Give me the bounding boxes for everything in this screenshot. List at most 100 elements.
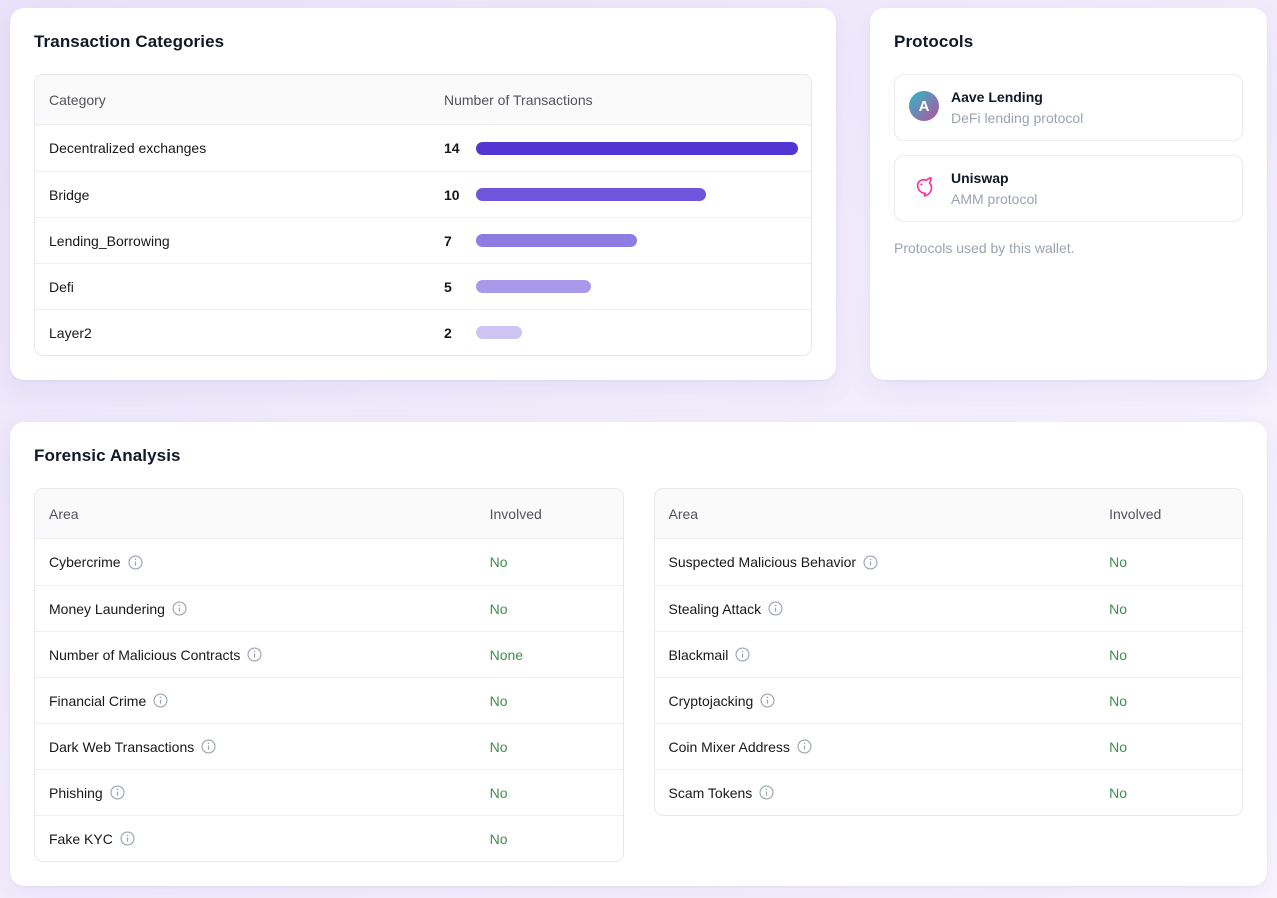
transaction-categories-title: Transaction Categories bbox=[34, 32, 225, 51]
info-icon[interactable] bbox=[735, 647, 750, 662]
category-count: 2 bbox=[444, 324, 452, 341]
info-icon[interactable] bbox=[759, 785, 774, 800]
involved-value: None bbox=[489, 646, 524, 663]
category-bar bbox=[476, 326, 798, 339]
info-icon[interactable] bbox=[863, 554, 878, 570]
category-bar bbox=[476, 234, 798, 247]
category-bar bbox=[476, 188, 798, 201]
forensic-row: Money Laundering No bbox=[35, 585, 623, 631]
column-header-category: Category bbox=[49, 91, 106, 108]
category-value-cell: 7 bbox=[430, 233, 811, 249]
info-icon[interactable] bbox=[172, 601, 187, 616]
involved-value: No bbox=[489, 692, 508, 709]
forensic-area-text: Dark Web Transactions bbox=[49, 738, 195, 755]
category-count: 7 bbox=[444, 232, 452, 249]
involved-value: No bbox=[489, 554, 508, 570]
forensic-row: Coin Mixer Address No bbox=[654, 723, 1242, 769]
involved-value: No bbox=[489, 784, 508, 801]
protocol-list: A Aave Lending DeFi lending protocol Uniswa… bbox=[894, 74, 1243, 222]
forensic-area-text: Cryptojacking bbox=[668, 692, 754, 709]
category-value-cell: 5 bbox=[430, 279, 811, 295]
involved-value: No bbox=[1109, 600, 1128, 617]
forensic-row: Dark Web Transactions No bbox=[35, 723, 623, 769]
category-count: 10 bbox=[444, 186, 460, 203]
column-header-area: Area bbox=[668, 505, 699, 522]
forensic-left-header: Area Involved bbox=[35, 489, 623, 539]
info-icon[interactable] bbox=[768, 601, 783, 616]
category-label: Lending_Borrowing bbox=[49, 232, 170, 249]
info-icon[interactable] bbox=[247, 647, 262, 662]
transaction-categories-table: Category Number of Transactions Decentra… bbox=[34, 74, 812, 356]
info-icon[interactable] bbox=[797, 739, 812, 754]
category-label: Decentralized exchanges bbox=[49, 140, 207, 156]
involved-value: No bbox=[489, 738, 508, 755]
involved-value: No bbox=[1109, 554, 1128, 570]
info-icon[interactable] bbox=[201, 739, 216, 754]
forensic-area-label: Scam Tokens bbox=[669, 785, 775, 801]
forensic-analysis-card: Forensic Analysis Area Involved Cybercri… bbox=[10, 422, 1267, 886]
forensic-area-label: Coin Mixer Address bbox=[669, 739, 812, 755]
forensic-area-text: Number of Malicious Contracts bbox=[49, 646, 241, 663]
forensic-table-left: Area Involved Cybercrime No Money Launderi… bbox=[34, 488, 624, 862]
forensic-left-rows: Cybercrime No Money Laundering No Number of … bbox=[35, 539, 623, 861]
forensic-row: Cybercrime No bbox=[35, 539, 623, 585]
top-row: Transaction Categories Category Number o… bbox=[10, 8, 1267, 380]
category-value-cell: 2 bbox=[430, 325, 811, 341]
protocol-item: A Aave Lending DeFi lending protocol bbox=[894, 74, 1243, 141]
category-label: Bridge bbox=[49, 186, 90, 203]
forensic-area-label: Cybercrime bbox=[49, 554, 143, 570]
forensic-area-text: Fake KYC bbox=[49, 830, 113, 847]
forensic-area-text: Money Laundering bbox=[49, 600, 165, 617]
forensic-row: Scam Tokens No bbox=[654, 769, 1242, 815]
category-row: Layer2 2 bbox=[35, 309, 811, 355]
forensic-row: Number of Malicious Contracts None bbox=[35, 631, 623, 677]
forensic-row: Cryptojacking No bbox=[654, 677, 1242, 723]
info-icon[interactable] bbox=[120, 831, 135, 846]
category-count: 14 bbox=[444, 140, 460, 156]
info-icon[interactable] bbox=[153, 693, 168, 708]
protocol-item: Uniswap AMM protocol bbox=[894, 155, 1243, 222]
forensic-area-label: Suspected Malicious Behavior bbox=[669, 554, 879, 570]
info-icon[interactable] bbox=[760, 693, 775, 708]
forensic-area-text: Suspected Malicious Behavior bbox=[668, 554, 857, 570]
forensic-area-label: Blackmail bbox=[669, 647, 751, 663]
category-row: Defi 5 bbox=[35, 263, 811, 309]
transaction-categories-card: Transaction Categories Category Number o… bbox=[10, 8, 836, 380]
category-count: 5 bbox=[444, 278, 452, 295]
info-icon[interactable] bbox=[110, 785, 125, 800]
protocols-card: Protocols A Aave Lending DeFi lending prot… bbox=[870, 8, 1267, 380]
aave-icon: A bbox=[909, 91, 939, 121]
forensic-right-rows: Suspected Malicious Behavior No Stealing A… bbox=[654, 539, 1242, 815]
dashboard-page: Transaction Categories Category Number o… bbox=[0, 0, 1277, 894]
involved-value: No bbox=[489, 830, 508, 847]
involved-value: No bbox=[1109, 784, 1128, 801]
info-icon[interactable] bbox=[128, 554, 143, 570]
forensic-row: Blackmail No bbox=[654, 631, 1242, 677]
forensic-tables: Area Involved Cybercrime No Money Launderi… bbox=[34, 488, 1243, 862]
category-value-cell: 14 bbox=[430, 140, 811, 156]
forensic-row: Stealing Attack No bbox=[654, 585, 1242, 631]
involved-value: No bbox=[1109, 738, 1128, 755]
category-bar bbox=[476, 141, 798, 155]
protocols-title: Protocols bbox=[894, 32, 974, 51]
forensic-area-text: Stealing Attack bbox=[668, 600, 762, 617]
transaction-categories-rows: Decentralized exchanges 14 Bridge 10 Lending… bbox=[35, 125, 811, 355]
category-value-cell: 10 bbox=[430, 187, 811, 203]
category-row: Lending_Borrowing 7 bbox=[35, 217, 811, 263]
column-header-number: Number of Transactions bbox=[444, 91, 593, 108]
forensic-area-text: Phishing bbox=[49, 784, 103, 801]
uniswap-icon bbox=[909, 172, 939, 202]
category-bar bbox=[476, 280, 798, 293]
category-label: Defi bbox=[49, 278, 74, 295]
involved-value: No bbox=[1109, 692, 1128, 709]
forensic-row: Phishing No bbox=[35, 769, 623, 815]
forensic-area-label: Number of Malicious Contracts bbox=[49, 647, 262, 663]
forensic-area-text: Blackmail bbox=[668, 646, 729, 663]
forensic-area-label: Financial Crime bbox=[49, 693, 168, 709]
forensic-row: Financial Crime No bbox=[35, 677, 623, 723]
forensic-area-label: Fake KYC bbox=[49, 831, 135, 847]
category-row: Decentralized exchanges 14 bbox=[35, 125, 811, 171]
forensic-area-label: Money Laundering bbox=[49, 601, 187, 617]
involved-value: No bbox=[489, 600, 508, 617]
involved-value: No bbox=[1109, 646, 1128, 663]
